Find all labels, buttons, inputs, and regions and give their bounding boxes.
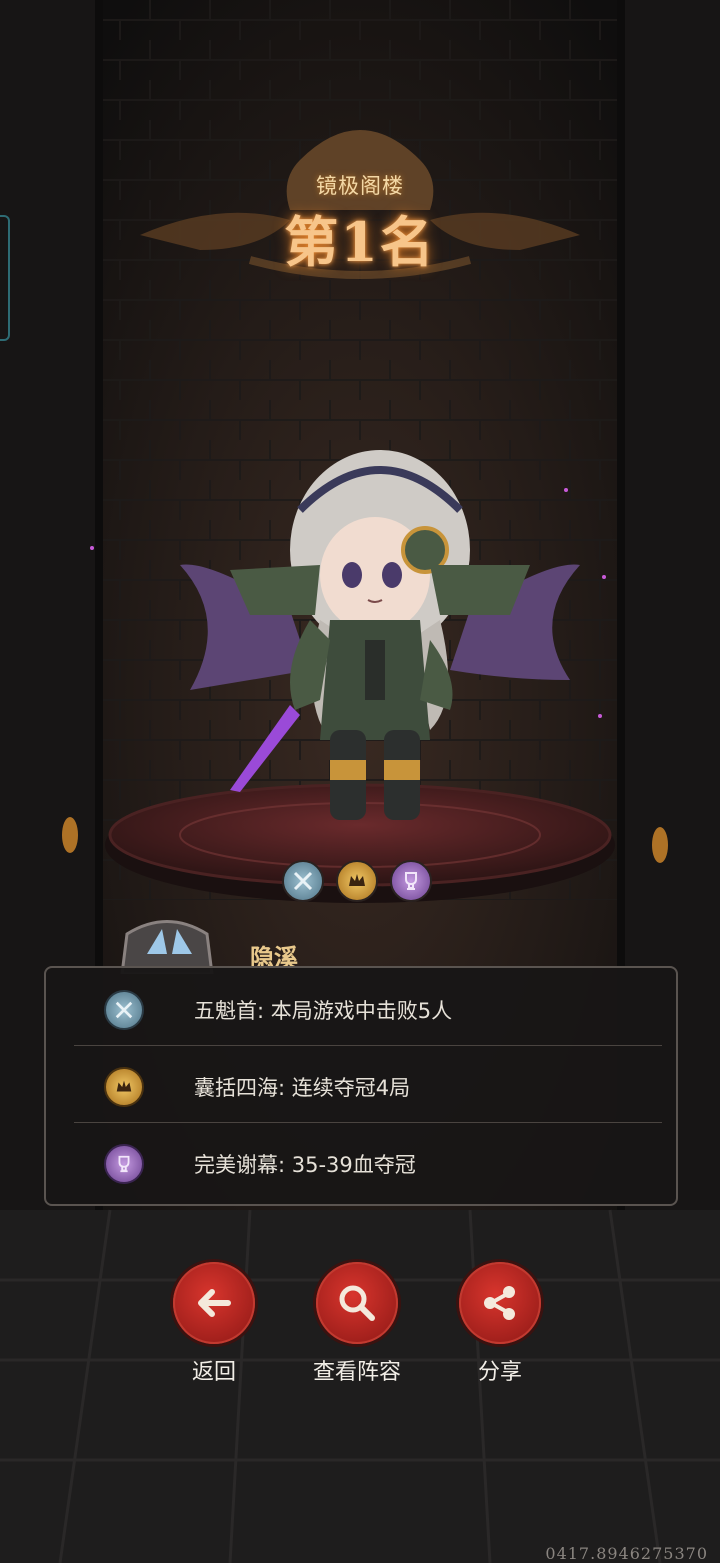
player-name: 隐溪 [250, 944, 298, 968]
hero-character [180, 450, 580, 820]
crossed-swords-icon[interactable] [282, 860, 324, 902]
achievement-row: 五魁首: 本局游戏中击败5人 [74, 972, 648, 1048]
session-id: 0417.8946275370 [545, 1544, 708, 1563]
share-button[interactable] [459, 1262, 541, 1344]
achievement-row: 囊括四海: 连续夺冠4局 [74, 1049, 648, 1125]
magnifier-icon [339, 1285, 375, 1321]
arrow-left-icon [198, 1289, 231, 1317]
action-bar: 返回 查看阵容 分享 [0, 1262, 720, 1392]
share-label[interactable]: 分享 [440, 1354, 560, 1386]
back-action: 返回 [154, 1262, 274, 1386]
trophy-icon[interactable] [390, 860, 432, 902]
view-lineup-label[interactable]: 查看阵容 [297, 1354, 417, 1386]
achievement-text: 囊括四海: 连续夺冠4局 [194, 1076, 411, 1100]
achievement-row: 完美谢幕: 35-39血夺冠 [74, 1126, 648, 1202]
rank-emblem: 镜极阁楼 第1名 [140, 100, 580, 300]
crown-icon [104, 1067, 144, 1107]
avatar-frame [120, 920, 214, 974]
rank-text: 第1名 [284, 210, 436, 274]
achievement-badges [280, 860, 440, 904]
achievement-text: 五魁首: 本局游戏中击败5人 [194, 999, 453, 1023]
crossed-swords-icon [104, 990, 144, 1030]
back-button[interactable] [173, 1262, 255, 1344]
share-action: 分享 [440, 1262, 560, 1386]
view-lineup-button[interactable] [316, 1262, 398, 1344]
achievement-tooltip-panel: 五魁首: 本局游戏中击败5人 囊括四海: 连续夺冠4局 完美谢幕: 35-39血… [44, 966, 678, 1206]
crown-icon[interactable] [336, 860, 378, 902]
trophy-icon [104, 1144, 144, 1184]
dungeon-mode-title: 镜极阁楼 [316, 174, 404, 198]
row-divider [74, 1122, 662, 1123]
achievement-text: 完美谢幕: 35-39血夺冠 [194, 1153, 416, 1177]
back-label[interactable]: 返回 [154, 1354, 274, 1386]
share-icon [484, 1286, 515, 1320]
view-lineup-action: 查看阵容 [297, 1262, 417, 1386]
row-divider [74, 1045, 662, 1046]
side-tab-edge [0, 215, 10, 341]
